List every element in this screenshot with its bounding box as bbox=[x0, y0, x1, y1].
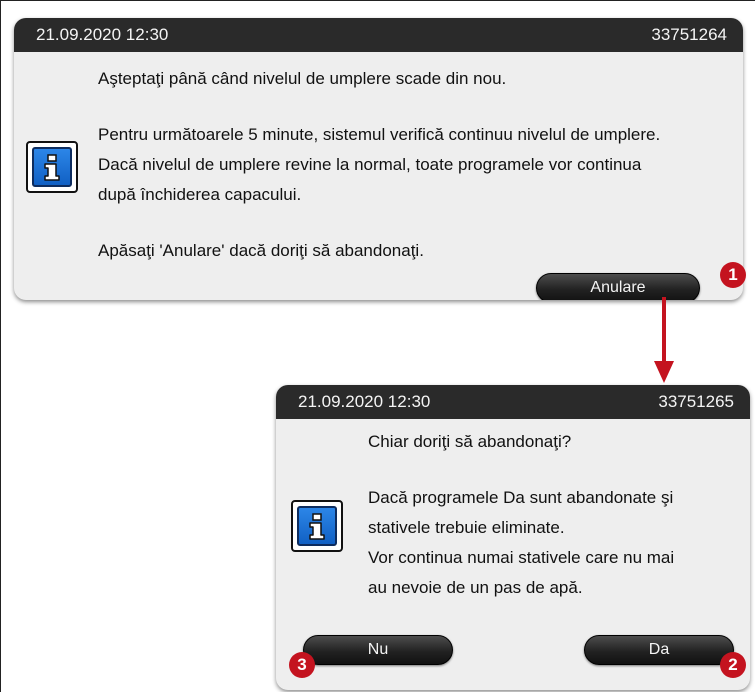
dialog-message-id: 33751264 bbox=[651, 25, 727, 44]
dialog-line-wait: Aşteptaţi până când nivelul de umplere s… bbox=[98, 69, 507, 88]
dialog-line-2: stativele trebuie eliminate. bbox=[368, 518, 565, 537]
callout-badge-2: 2 bbox=[720, 652, 746, 678]
callout-badge-3: 3 bbox=[289, 652, 315, 678]
fill-level-dialog: 21.09.2020 12:30 33751264 Aşteptaţi până… bbox=[14, 18, 743, 300]
frame-border-left bbox=[0, 0, 1, 692]
cancel-button[interactable]: Anulare bbox=[536, 273, 700, 300]
dialog-titlebar: 21.09.2020 12:30 33751264 bbox=[14, 18, 743, 52]
arrow-down-icon bbox=[654, 297, 674, 383]
dialog-line-resume: Dacă nivelul de umplere revine la normal… bbox=[98, 155, 642, 174]
dialog-datetime: 21.09.2020 12:30 bbox=[298, 392, 431, 411]
dialog-line-4: au nevoie de un pas de apă. bbox=[368, 578, 583, 597]
dialog-line-1: Dacă programele Da sunt abandonate şi bbox=[368, 488, 674, 507]
dialog-body: Chiar doriţi să abandonaţi? Dacă program… bbox=[276, 419, 750, 690]
dialog-question: Chiar doriţi să abandonaţi? bbox=[368, 432, 572, 451]
dialog-line-cancel-hint: Apăsaţi 'Anulare' dacă doriţi să abandon… bbox=[98, 241, 424, 260]
info-icon bbox=[291, 500, 343, 552]
dialog-datetime: 21.09.2020 12:30 bbox=[36, 25, 169, 44]
confirm-abort-dialog: 21.09.2020 12:30 33751265 Chiar doriţi s… bbox=[276, 385, 750, 690]
yes-button[interactable]: Da bbox=[584, 635, 734, 665]
info-icon bbox=[26, 141, 78, 193]
dialog-line-3: Vor continua numai stativele care nu mai bbox=[368, 548, 675, 567]
frame-border-top bbox=[0, 0, 755, 1]
dialog-message-id: 33751265 bbox=[658, 392, 734, 411]
dialog-body: Aşteptaţi până când nivelul de umplere s… bbox=[14, 52, 743, 300]
dialog-line-lid: după închiderea capacului. bbox=[98, 185, 302, 204]
no-button[interactable]: Nu bbox=[303, 635, 453, 665]
dialog-line-check: Pentru următoarele 5 minute, sistemul ve… bbox=[98, 125, 661, 144]
dialog-titlebar: 21.09.2020 12:30 33751265 bbox=[276, 385, 750, 419]
callout-badge-1: 1 bbox=[720, 262, 746, 288]
